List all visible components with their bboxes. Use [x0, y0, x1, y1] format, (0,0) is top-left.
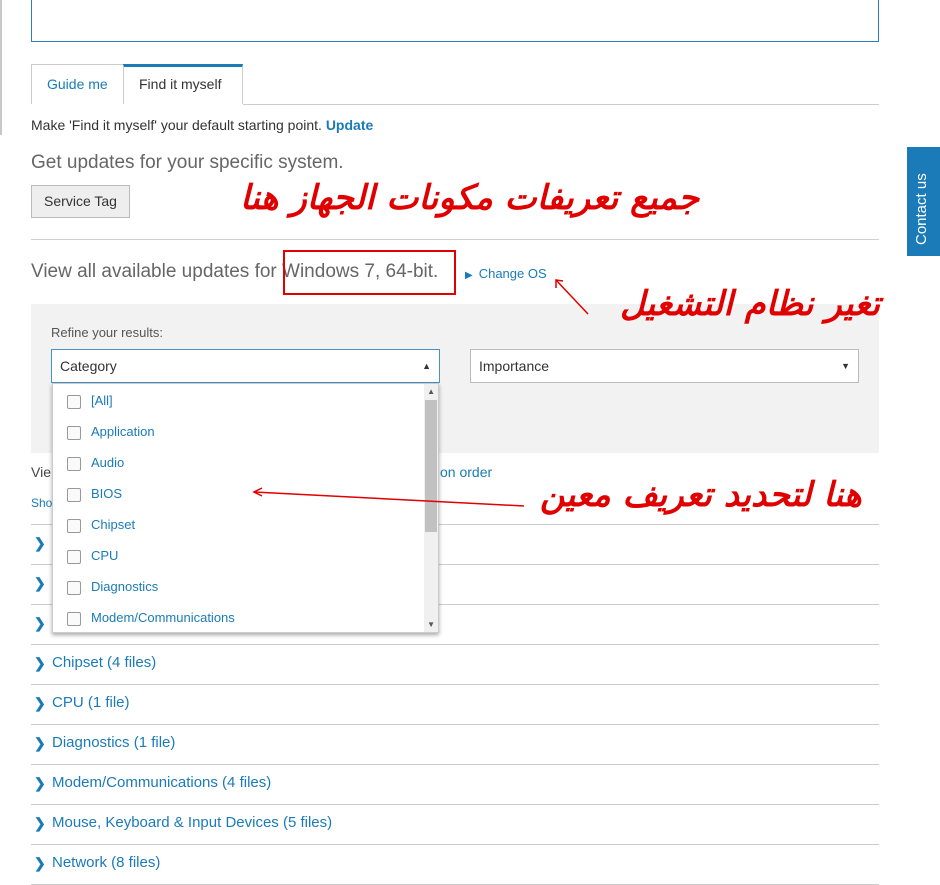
arrow-to-bios — [252, 487, 525, 507]
annotation-arrows — [252, 279, 589, 507]
arrow-to-change-os — [555, 279, 589, 315]
